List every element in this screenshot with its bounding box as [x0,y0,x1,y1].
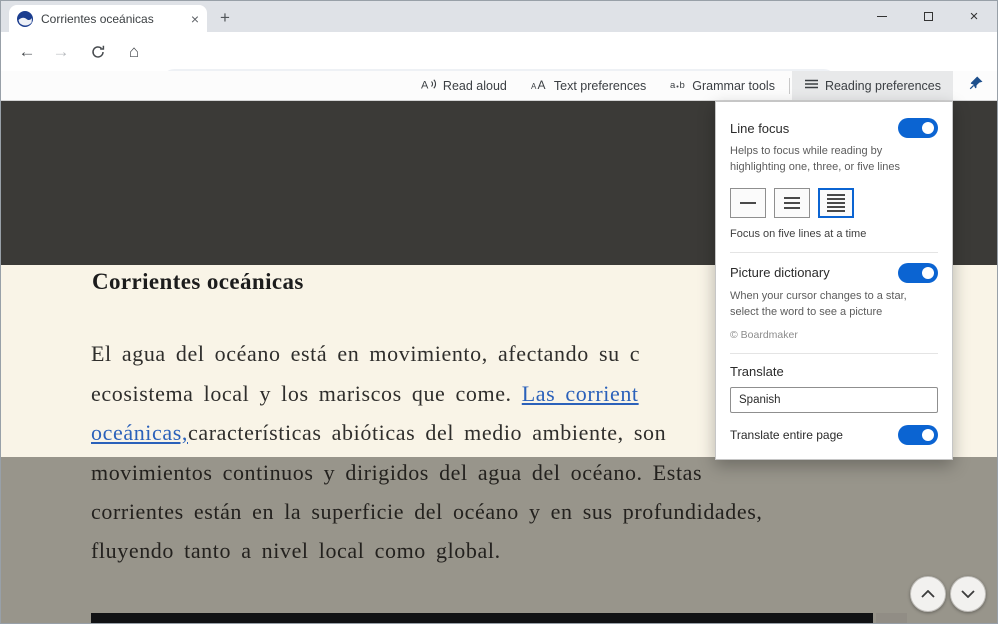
line-focus-five-lines-button[interactable] [818,188,854,218]
pin-icon [968,75,984,96]
panel-divider [730,252,938,253]
reading-preferences-icon [804,77,819,94]
boardmaker-attribution: © Boardmaker [730,329,938,341]
maximize-button[interactable] [905,1,951,32]
refresh-button[interactable] [84,38,112,66]
maximize-icon [924,12,933,21]
minimize-icon [877,16,887,17]
picture-dictionary-description: When your cursor changes to a star, sele… [730,289,935,321]
forward-button: → [47,38,75,66]
language-select[interactable]: Spanish [730,387,938,413]
five-lines-icon [827,210,845,212]
svg-text:a: a [670,80,676,91]
tab-close-icon[interactable]: × [191,12,199,26]
read-aloud-icon: A [421,77,437,94]
scroll-down-button[interactable] [950,576,986,612]
read-aloud-button[interactable]: A Read aloud [409,71,519,100]
line-text: ecosistema local y los mariscos que come… [91,381,522,406]
reading-preferences-label: Reading preferences [825,79,941,93]
new-tab-button[interactable]: + [215,8,235,28]
tab-title: Corrientes oceánicas [41,12,185,26]
navigation-bar: ← → ⌂ read://https_www.noaa.gov/?url=htt… [1,32,997,71]
read-aloud-label: Read aloud [443,79,507,93]
grammar-tools-icon: a b [670,77,686,94]
selected-language: Spanish [739,394,781,406]
titlebar: Corrientes oceánicas × + × [1,1,997,32]
refresh-icon [90,44,106,60]
three-lines-icon [784,207,800,209]
picture-dictionary-label: Picture dictionary [730,265,830,280]
browser-window: Corrientes oceánicas × + × ← → ⌂ [0,0,998,624]
document-link[interactable]: Las corrient [522,381,639,406]
svg-text:A: A [531,82,537,91]
translate-entire-page-label: Translate entire page [730,428,843,442]
browser-tab[interactable]: Corrientes oceánicas × [9,5,207,32]
line-focus-toggle[interactable] [898,118,938,138]
paragraph-line: oceánicas,características abióticas del … [91,420,666,452]
picture-dictionary-toggle[interactable] [898,263,938,283]
line-focus-three-lines-button[interactable] [774,188,810,218]
home-button[interactable]: ⌂ [120,38,148,66]
grammar-tools-label: Grammar tools [692,79,775,93]
reading-preferences-button[interactable]: Reading preferences [792,71,953,100]
close-window-button[interactable]: × [951,1,997,32]
paragraph-line: El agua del océano está en movimiento, a… [91,341,640,373]
pin-toolbar-button[interactable] [961,74,991,98]
panel-divider [730,353,938,354]
chevron-down-icon [961,590,975,598]
translate-entire-page-toggle[interactable] [898,425,938,445]
translate-label: Translate [730,364,938,379]
minimize-button[interactable] [859,1,905,32]
line-focus-one-line-button[interactable] [730,188,766,218]
window-controls: × [859,1,997,32]
svg-text:A: A [537,78,545,91]
immersive-reader-toolbar: A Read aloud A A Text preferences a [1,71,997,101]
line-focus-dim-bottom [1,457,998,624]
document-heading: Corrientes oceánicas [92,269,304,295]
one-line-icon [740,202,756,204]
line-focus-options [730,188,938,218]
text-preferences-label: Text preferences [554,79,646,93]
back-button[interactable]: ← [13,38,41,66]
line-text: El agua del océano está en movimiento, a… [91,341,640,366]
line-focus-note: Focus on five lines at a time [730,228,938,240]
grammar-tools-button[interactable]: a b Grammar tools [658,71,787,100]
text-preferences-button[interactable]: A A Text preferences [519,71,658,100]
scroll-up-button[interactable] [910,576,946,612]
document-link[interactable]: oceánicas, [91,420,188,445]
reading-preferences-panel: Line focus Helps to focus while reading … [715,101,953,460]
paragraph-line: ecosistema local y los mariscos que come… [91,381,639,413]
line-text: características abióticas del medio ambi… [188,420,666,445]
toolbar-divider [789,78,790,94]
svg-text:b: b [680,80,685,91]
line-focus-label: Line focus [730,121,789,136]
text-preferences-icon: A A [531,77,548,94]
chevron-up-icon [921,590,935,598]
line-focus-description: Helps to focus while reading by highligh… [730,144,935,176]
svg-text:A: A [421,80,429,92]
noaa-favicon-icon [17,11,33,27]
